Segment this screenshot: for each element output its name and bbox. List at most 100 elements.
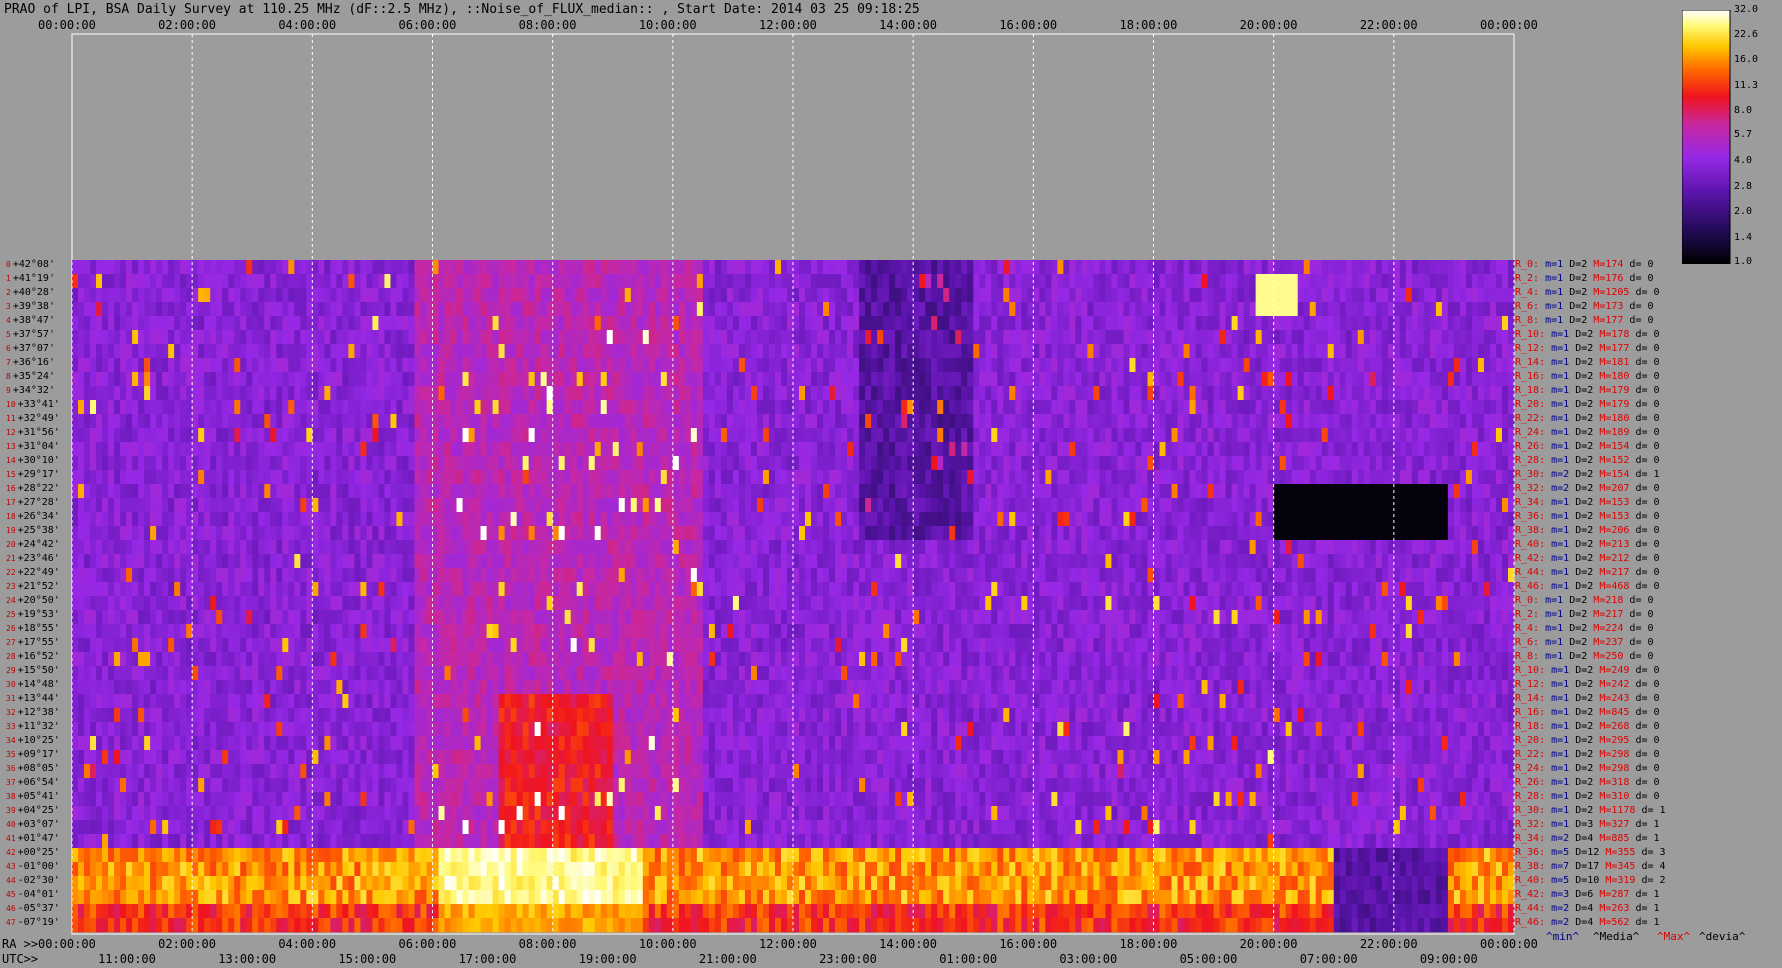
heatmap-cell <box>318 274 325 289</box>
heatmap-cell <box>396 540 403 555</box>
heatmap-cell <box>1261 414 1269 429</box>
heatmap-cell <box>180 512 187 527</box>
heatmap-cell <box>949 470 956 485</box>
heatmap-cell <box>1213 260 1220 275</box>
heatmap-cell <box>654 288 662 303</box>
heatmap-cell <box>841 442 848 457</box>
heatmap-cell <box>408 498 415 513</box>
heatmap-cell <box>264 288 271 303</box>
heatmap-cell <box>90 512 97 527</box>
heatmap-cell <box>84 344 91 359</box>
heatmap-cell <box>630 526 638 541</box>
heatmap-cell <box>234 358 241 373</box>
heatmap-cell <box>264 470 271 485</box>
heatmap-cell <box>96 540 103 555</box>
heatmap-cell <box>108 344 115 359</box>
heatmap-cell <box>72 358 79 373</box>
heatmap-cell <box>1405 470 1413 485</box>
heatmap-cell <box>1105 512 1112 527</box>
heatmap-cell <box>1069 456 1076 471</box>
heatmap-cell <box>1063 386 1070 401</box>
heatmap-cell <box>300 484 307 499</box>
heatmap-cell <box>438 512 445 527</box>
heatmap-cell <box>1171 526 1178 541</box>
heatmap-cell <box>991 302 998 317</box>
heatmap-cell <box>883 540 890 555</box>
heatmap-cell <box>510 274 518 289</box>
heatmap-cell <box>1129 512 1136 527</box>
heatmap-cell <box>1039 316 1046 331</box>
heatmap-cell <box>943 302 950 317</box>
heatmap-cell <box>756 358 764 373</box>
heatmap-cell <box>949 498 956 513</box>
heatmap-cell <box>786 288 794 303</box>
heatmap-cell <box>1381 372 1389 387</box>
heatmap-cell <box>84 288 91 303</box>
heatmap-cell <box>1333 442 1341 457</box>
heatmap-cell <box>444 470 451 485</box>
heatmap-cell <box>1129 456 1136 471</box>
heatmap-cell <box>744 456 752 471</box>
heatmap-cell <box>1405 260 1413 275</box>
heatmap-cell <box>1297 372 1305 387</box>
heatmap-cell <box>1471 456 1479 471</box>
heatmap-cell <box>1429 358 1437 373</box>
heatmap-cell <box>955 400 962 415</box>
heatmap-cell <box>853 316 860 331</box>
heatmap-cell <box>348 540 355 555</box>
heatmap-cell <box>642 442 650 457</box>
heatmap-cell <box>1051 540 1058 555</box>
heatmap-cell <box>1333 526 1341 541</box>
heatmap-cell <box>252 400 259 415</box>
heatmap-cell <box>642 330 650 345</box>
heatmap-cell <box>108 498 115 513</box>
heatmap-cell <box>696 484 704 499</box>
heatmap-cell <box>360 442 367 457</box>
heatmap-cell <box>1105 428 1112 443</box>
heatmap-cell <box>1123 316 1130 331</box>
heatmap-cell <box>1435 526 1443 541</box>
heatmap-cell <box>144 526 151 541</box>
heatmap-cell <box>1057 274 1064 289</box>
heatmap-cell <box>1279 302 1287 317</box>
heatmap-cell <box>1081 330 1088 345</box>
heatmap-cell <box>1213 386 1220 401</box>
heatmap-cell <box>1183 428 1190 443</box>
heatmap-cell <box>726 498 734 513</box>
heatmap-cell <box>1069 484 1076 499</box>
heatmap-cell <box>1051 484 1058 499</box>
heatmap-cell <box>624 316 632 331</box>
heatmap-cell <box>600 344 608 359</box>
heatmap-cell <box>654 386 662 401</box>
heatmap-cell <box>720 288 728 303</box>
heatmap-cell <box>1129 414 1136 429</box>
heatmap-cell <box>1249 428 1257 443</box>
heatmap-cell <box>943 288 950 303</box>
heatmap-cell <box>402 274 409 289</box>
heatmap-cell <box>294 470 301 485</box>
heatmap-cell <box>726 330 734 345</box>
heatmap-cell <box>444 344 451 359</box>
heatmap-cell <box>768 456 776 471</box>
heatmap-cell <box>859 358 866 373</box>
heatmap-cell <box>1051 302 1058 317</box>
heatmap-cell <box>949 316 956 331</box>
heatmap-cell <box>1399 288 1407 303</box>
heatmap-cell <box>612 316 620 331</box>
heatmap-cell <box>642 386 650 401</box>
heatmap-cell <box>84 498 91 513</box>
heatmap-cell <box>708 260 716 275</box>
heatmap-cell <box>1129 330 1136 345</box>
heatmap-cell <box>1255 358 1263 373</box>
heatmap-cell <box>654 302 662 317</box>
heatmap-cell <box>907 386 914 401</box>
heatmap-cell <box>750 288 758 303</box>
heatmap-cell <box>919 400 926 415</box>
heatmap-cell <box>1123 288 1130 303</box>
heatmap-cell <box>1327 428 1335 443</box>
heatmap-cell <box>96 442 103 457</box>
heatmap-cell <box>901 274 908 289</box>
heatmap-cell <box>570 358 578 373</box>
heatmap-cell <box>1051 526 1058 541</box>
heatmap-cell <box>396 330 403 345</box>
